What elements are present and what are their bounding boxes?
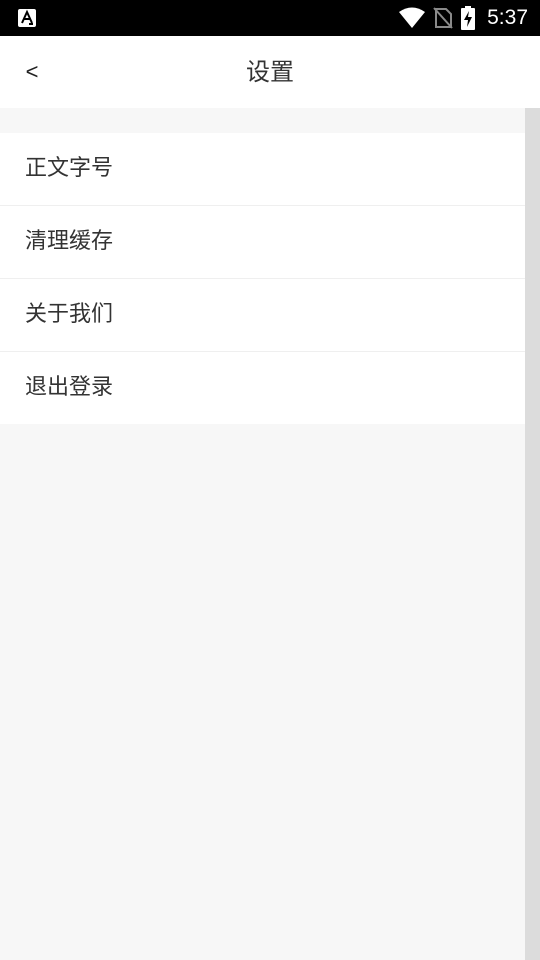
status-time: 5:37 — [487, 6, 528, 29]
clear-cache-item[interactable]: 清理缓存 — [0, 206, 525, 279]
font-size-item[interactable]: 正文字号 — [0, 133, 525, 206]
about-us-item[interactable]: 关于我们 — [0, 279, 525, 352]
back-button[interactable]: < — [12, 48, 52, 96]
wifi-icon — [399, 7, 426, 28]
page-title: 设置 — [246, 58, 294, 86]
status-icons: 5:37 — [399, 0, 528, 36]
header-bar: < 设置 — [0, 36, 540, 108]
status-bar: 5:37 — [0, 0, 540, 36]
no-sim-icon — [433, 7, 453, 29]
logout-item[interactable]: 退出登录 — [0, 352, 525, 424]
app-notification-icon — [18, 9, 36, 27]
scrollbar[interactable] — [525, 108, 540, 960]
battery-charging-icon — [461, 6, 476, 30]
settings-list: 正文字号 清理缓存 关于我们 退出登录 — [0, 133, 525, 424]
